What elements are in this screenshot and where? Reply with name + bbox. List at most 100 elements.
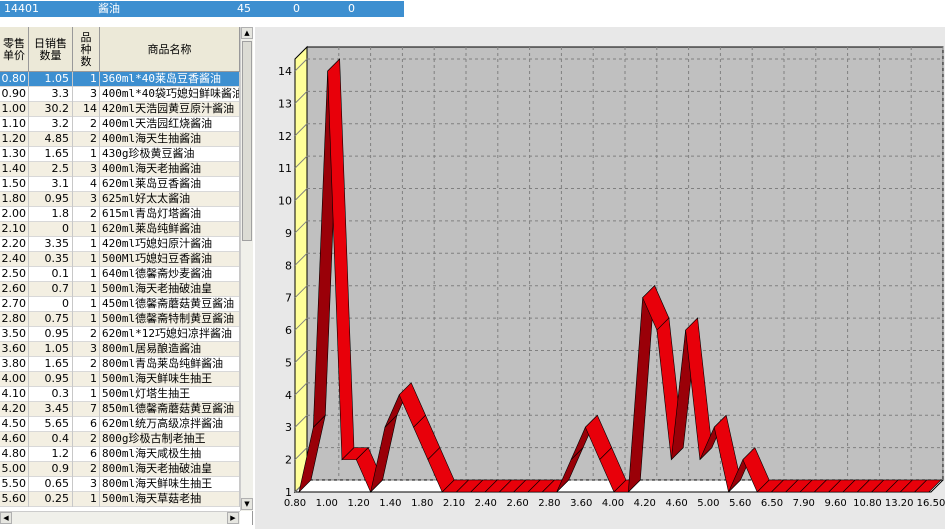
daily-sales-cell: 0.1 (29, 267, 73, 282)
daily-sales-cell: 1.65 (29, 357, 73, 372)
variety-count-cell: 2 (73, 207, 100, 222)
table-row[interactable]: 1.30 1.65 1 430g珍极黄豆酱油 (0, 147, 240, 162)
table-row[interactable]: 2.20 3.35 1 420ml巧媳妇原汁酱油 (0, 237, 240, 252)
daily-sales-cell: 1.05 (29, 72, 73, 87)
variety-count-cell: 2 (73, 357, 100, 372)
column-header-daily-sales[interactable]: 日销售 数量 (29, 27, 73, 72)
table-row[interactable]: 2.80 0.75 1 500ml德馨斋特制黄豆酱油 (0, 312, 240, 327)
table-row[interactable]: 0.90 3.3 3 400ml*40袋巧媳妇鲜味酱油 (0, 87, 240, 102)
price-cell: 0.90 (0, 87, 29, 102)
x-tick-label: 0.80 (284, 498, 306, 509)
table-row[interactable]: 1.40 2.5 3 400ml海天老抽酱油 (0, 162, 240, 177)
x-tick-label: 1.80 (411, 498, 433, 509)
scroll-thumb[interactable] (242, 41, 252, 241)
x-tick-label: 16.50 (917, 498, 945, 509)
table-row[interactable]: 2.50 0.1 1 640ml德馨斋炒麦酱油 (0, 267, 240, 282)
x-tick-label: 1.20 (347, 498, 369, 509)
vertical-scrollbar[interactable]: ▲ ▼ (240, 27, 253, 511)
table-row[interactable]: 4.20 3.45 7 850ml德馨斋蘑菇黄豆酱油 (0, 402, 240, 417)
table-row[interactable]: 3.80 1.65 2 800ml青岛莱岛纯鲜酱油 (0, 357, 240, 372)
table-row[interactable]: 4.50 5.65 6 620ml统万高级凉拌酱油 (0, 417, 240, 432)
x-tick-label: 10.80 (853, 498, 882, 509)
x-tick-label: 2.80 (538, 498, 560, 509)
table-row[interactable]: 3.50 0.95 2 620ml*12巧媳妇凉拌酱油 (0, 327, 240, 342)
product-name-cell: 850ml德馨斋蘑菇黄豆酱油 (100, 402, 240, 417)
variety-count-cell: 4 (73, 177, 100, 192)
product-name-cell: 625ml好太太酱油 (100, 192, 240, 207)
table-row[interactable]: 5.50 0.65 3 800ml海天鲜味生抽王 (0, 477, 240, 492)
y-tick-label: 3 (285, 421, 292, 434)
price-cell: 4.80 (0, 447, 29, 462)
x-tick-label: 2.40 (475, 498, 497, 509)
daily-sales-cell: 0.95 (29, 192, 73, 207)
table-row[interactable]: 2.40 0.35 1 500Ml巧媳妇豆香酱油 (0, 252, 240, 267)
daily-sales-cell: 1.2 (29, 447, 73, 462)
variety-count-cell: 2 (73, 132, 100, 147)
table-row[interactable]: 4.60 0.4 2 800g珍极古制老抽王 (0, 432, 240, 447)
table-row[interactable]: 2.00 1.8 2 615ml青岛灯塔酱油 (0, 207, 240, 222)
price-cell: 4.10 (0, 387, 29, 402)
table-row[interactable]: 1.00 30.2 14 420ml天浩园黄豆原汁酱油 (0, 102, 240, 117)
x-tick-label: 1.00 (316, 498, 338, 509)
table-row[interactable]: 2.70 0 1 450ml德馨斋蘑菇黄豆酱油 (0, 297, 240, 312)
table-row[interactable]: 4.80 1.2 6 800ml海天咸极生抽 (0, 447, 240, 462)
y-tick-label: 11 (278, 162, 292, 175)
table-row[interactable]: 2.60 0.7 1 500ml海天老抽破油皇 (0, 282, 240, 297)
price-cell: 2.20 (0, 237, 29, 252)
product-name-cell: 450ml德馨斋蘑菇黄豆酱油 (100, 297, 240, 312)
x-tick-label: 2.10 (443, 498, 465, 509)
daily-sales-cell: 0 (29, 297, 73, 312)
product-name-cell: 500Ml巧媳妇豆香酱油 (100, 252, 240, 267)
daily-sales-cell: 0 (29, 222, 73, 237)
table-row[interactable]: 5.60 0.25 1 500ml海天草菇老抽 (0, 492, 240, 507)
app-window: { "top_bar": { "code": "14401", "categor… (0, 0, 945, 529)
table-row[interactable]: 5.00 0.9 2 800ml海天老抽破油皇 (0, 462, 240, 477)
column-header-variety-count[interactable]: 品 种 数 (73, 27, 100, 72)
table-row[interactable]: 4.10 0.3 1 500ml灯塔生抽王 (0, 387, 240, 402)
column-header-product-name[interactable]: 商品名称 (100, 27, 240, 72)
y-tick-label: 4 (285, 389, 292, 402)
product-name-cell: 800ml居易酿造酱油 (100, 342, 240, 357)
variety-count-cell: 1 (73, 372, 100, 387)
price-cell: 1.50 (0, 177, 29, 192)
price-cell: 3.50 (0, 327, 29, 342)
scroll-up-icon[interactable]: ▲ (241, 27, 253, 39)
summary-bar: 14401 酱油 45 0 0 (0, 1, 404, 17)
product-name-cell: 800g珍极古制老抽王 (100, 432, 240, 447)
scroll-right-icon[interactable]: ▶ (227, 512, 239, 524)
product-name-cell: 500ml海天草菇老抽 (100, 492, 240, 507)
table-row[interactable]: 1.80 0.95 3 625ml好太太酱油 (0, 192, 240, 207)
price-cell: 5.00 (0, 462, 29, 477)
product-table[interactable]: 零售 单价 日销售 数量 品 种 数 商品名称 0.80 1.05 1 360ml*4… (0, 27, 253, 525)
column-header-price[interactable]: 零售 单价 (0, 27, 29, 72)
x-tick-label: 4.00 (602, 498, 624, 509)
variety-count-cell: 1 (73, 72, 100, 87)
y-tick-label: 8 (285, 259, 292, 272)
table-header: 零售 单价 日销售 数量 品 种 数 商品名称 (0, 27, 240, 72)
variety-count-cell: 3 (73, 87, 100, 102)
daily-sales-cell: 30.2 (29, 102, 73, 117)
y-tick-label: 9 (285, 227, 292, 240)
product-name-cell: 800ml海天老抽破油皇 (100, 462, 240, 477)
table-row[interactable]: 3.60 1.05 3 800ml居易酿造酱油 (0, 342, 240, 357)
table-row[interactable]: 1.10 3.2 2 400ml天浩园红烧酱油 (0, 117, 240, 132)
table-row[interactable]: 1.20 4.85 2 400ml海天生抽酱油 (0, 132, 240, 147)
table-row[interactable]: 1.50 3.1 4 620ml莱岛豆香酱油 (0, 177, 240, 192)
y-tick-label: 2 (285, 454, 292, 467)
product-name-cell: 800ml海天鲜味生抽王 (100, 477, 240, 492)
scroll-down-icon[interactable]: ▼ (241, 498, 253, 510)
price-cell: 1.10 (0, 117, 29, 132)
scroll-left-icon[interactable]: ◀ (0, 512, 12, 524)
y-tick-label: 5 (285, 356, 292, 369)
price-cell: 1.20 (0, 132, 29, 147)
table-row[interactable]: 2.10 0 1 620ml莱岛纯鲜酱油 (0, 222, 240, 237)
product-name-cell: 620ml莱岛纯鲜酱油 (100, 222, 240, 237)
daily-sales-cell: 1.05 (29, 342, 73, 357)
variety-count-cell: 1 (73, 267, 100, 282)
summary-value-3: 0 (348, 2, 355, 15)
table-row[interactable]: 4.00 0.95 1 500ml海天鲜味生抽王 (0, 372, 240, 387)
horizontal-scrollbar[interactable]: ◀ ▶ (0, 511, 240, 524)
sales-chart: 1 2 3 4 5 6 7 8 9 10 11 12 13 14 0.80 1.00 1.20 1.40 1.80 2… (255, 27, 945, 529)
daily-sales-cell: 1.65 (29, 147, 73, 162)
table-row[interactable]: 0.80 1.05 1 360ml*40莱岛豆香酱油 (0, 72, 240, 87)
